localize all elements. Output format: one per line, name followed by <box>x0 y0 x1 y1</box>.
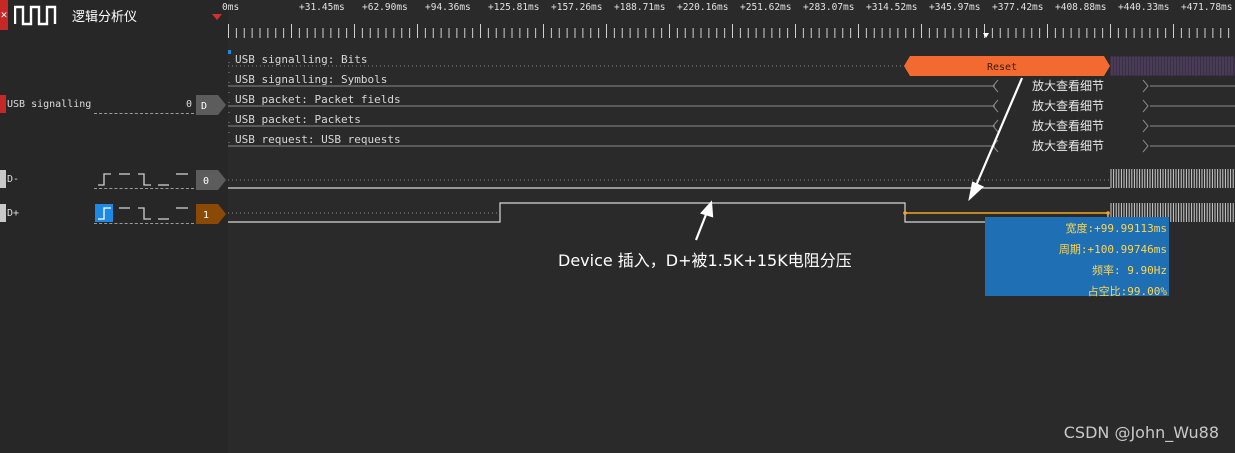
decoder-label[interactable]: USB packet: Packets <box>235 113 361 126</box>
measure-start-point <box>903 211 907 215</box>
decoder-start-marker <box>228 50 231 54</box>
measure-width: 宽度:+99.99113ms <box>1065 222 1167 235</box>
decoder-label[interactable]: USB signalling: Bits <box>235 53 367 66</box>
zoom-chevron-right-icon <box>1142 99 1149 113</box>
zoom-hint: 放大查看细节 <box>1032 139 1105 153</box>
watermark: CSDN @John_Wu88 <box>1063 423 1219 442</box>
measure-period: 周期:+100.99746ms <box>1058 243 1167 256</box>
decoder-label[interactable]: USB request: USB requests <box>235 133 401 146</box>
annotation-text: Device 插入，D+被1.5K+15K电阻分压 <box>558 251 852 270</box>
annotation-arrow-line <box>694 211 709 241</box>
annotation-arrowhead-icon <box>968 181 984 202</box>
zoom-hint: 放大查看细节 <box>1032 99 1105 113</box>
annotation-arrowhead-icon <box>700 200 714 218</box>
measure-frequency: 频率: 9.90Hz <box>1092 264 1167 277</box>
measurement-popup: 宽度:+99.99113ms 周期:+100.99746ms 频率: 9.90H… <box>985 217 1169 298</box>
zoom-chevron-right-icon <box>1142 139 1149 153</box>
measure-end-point <box>1106 211 1110 215</box>
decoder-label[interactable]: USB signalling: Symbols <box>235 73 387 86</box>
zoom-chevron-right-icon <box>1142 119 1149 133</box>
annotation-arrow-line <box>973 77 1024 189</box>
reset-packet-label: Reset <box>987 62 1017 73</box>
zoom-chevron-right-icon <box>1142 79 1149 93</box>
zoom-hint: 放大查看细节 <box>1032 119 1105 133</box>
zoom-hint: 放大查看细节 <box>1032 79 1105 93</box>
decoder-label[interactable]: USB packet: Packet fields <box>235 93 401 106</box>
measure-duty-cycle: 占空比:99.00% <box>1087 285 1167 298</box>
